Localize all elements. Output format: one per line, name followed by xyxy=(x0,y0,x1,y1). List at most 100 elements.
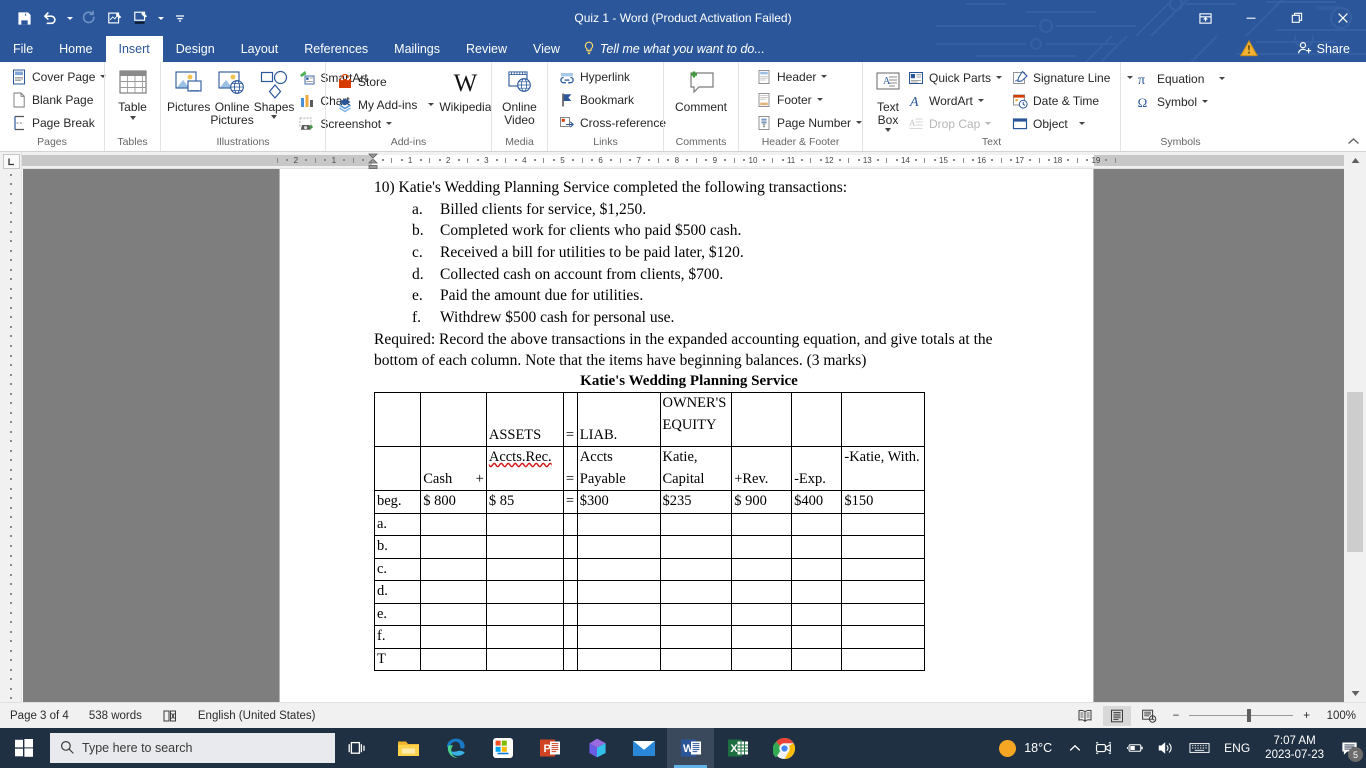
cell-cash[interactable] xyxy=(420,602,487,627)
save-icon[interactable] xyxy=(12,6,36,30)
cell-katie-capital[interactable] xyxy=(659,647,733,672)
cell-accts-payable[interactable] xyxy=(576,512,661,537)
tell-me-search[interactable]: Tell me what you want to do... xyxy=(573,36,775,62)
cell-cash[interactable]: $ 800 xyxy=(420,490,487,514)
horizontal-ruler[interactable]: 2 1 1 2 3 4 5 6 7 8 9 10 11 12 13 14 15 16 17 18 19 xyxy=(22,152,1344,169)
collapse-ribbon-icon[interactable] xyxy=(1347,137,1360,149)
cell-withdrawals[interactable]: $150 xyxy=(841,490,925,514)
shapes-button[interactable]: Shapes xyxy=(254,65,294,119)
zoom-slider[interactable] xyxy=(1189,709,1294,723)
cell-katie-capital[interactable] xyxy=(659,580,733,604)
vertical-scrollbar[interactable] xyxy=(1344,152,1366,702)
table-row[interactable]: a. xyxy=(373,512,925,537)
cell-expense[interactable]: $400 xyxy=(791,490,843,514)
tab-file[interactable]: File xyxy=(0,36,46,62)
row-label[interactable]: f. xyxy=(373,625,422,649)
quick-parts-button[interactable]: Quick Parts xyxy=(903,66,1007,89)
cell-expense[interactable] xyxy=(791,647,843,672)
cover-page-button[interactable]: Cover Page xyxy=(6,65,111,88)
cell-revenue[interactable] xyxy=(731,580,793,604)
object-button[interactable]: Object xyxy=(1007,112,1138,135)
my-addins-dropdown-icon[interactable] xyxy=(428,103,435,106)
cell-revenue[interactable] xyxy=(731,647,793,672)
wikipedia-button[interactable]: W Wikipedia xyxy=(439,65,491,114)
cell-equals[interactable] xyxy=(562,580,578,604)
accounting-equation-table[interactable]: ASSETS = LIAB. OWNER'S EQUITY Cash + Acct… xyxy=(373,392,925,672)
microsoft-365-icon[interactable] xyxy=(573,728,620,768)
hyperlink-button[interactable]: Hyperlink xyxy=(554,65,671,88)
equation-button[interactable]: π Equation xyxy=(1131,67,1230,90)
cell-katie-capital[interactable] xyxy=(659,625,733,649)
cell-cash[interactable] xyxy=(420,647,487,672)
cell-blank[interactable] xyxy=(841,392,925,448)
cell-revenue[interactable] xyxy=(731,557,793,582)
blank-page-button[interactable]: Blank Page xyxy=(6,88,111,111)
weather-widget[interactable]: 18°C xyxy=(989,739,1062,757)
cross-reference-button[interactable]: Cross-reference xyxy=(554,111,671,134)
cell-withdrawals[interactable] xyxy=(841,557,925,582)
edit-mode-icon[interactable] xyxy=(103,6,127,30)
cell-revenue[interactable]: $ 900 xyxy=(731,490,793,514)
cell-revenue-header[interactable]: +Rev. xyxy=(731,446,793,492)
touch-pen-icon[interactable] xyxy=(129,6,153,30)
page-indicator[interactable]: Page 3 of 4 xyxy=(0,703,79,729)
cell-equals[interactable] xyxy=(562,512,578,537)
minimize-icon[interactable] xyxy=(1228,0,1274,36)
share-button[interactable]: Share xyxy=(1289,39,1358,59)
scroll-up-icon[interactable] xyxy=(1344,152,1366,169)
cell-accts-payable[interactable] xyxy=(576,602,661,627)
document-content[interactable]: 10) Katie's Wedding Planning Service com… xyxy=(373,177,1004,672)
footer-dropdown-icon[interactable] xyxy=(816,98,823,101)
cell-equals[interactable]: = xyxy=(562,446,578,492)
cell-expense[interactable] xyxy=(791,580,843,604)
undo-icon[interactable] xyxy=(38,6,62,30)
activation-warning-icon[interactable] xyxy=(1239,39,1259,62)
tab-mailings[interactable]: Mailings xyxy=(381,36,453,62)
cell-accts-rec[interactable] xyxy=(485,647,564,672)
tab-home[interactable]: Home xyxy=(46,36,105,62)
tab-references[interactable]: References xyxy=(291,36,381,62)
cell-withdrawals[interactable] xyxy=(841,647,925,672)
tab-insert[interactable]: Insert xyxy=(105,36,163,62)
cell-expense[interactable] xyxy=(791,512,843,537)
cell-cash-header[interactable]: Cash + xyxy=(420,446,487,492)
powerpoint-icon[interactable]: P xyxy=(526,728,573,768)
cell-equals[interactable] xyxy=(562,647,578,672)
cell-equals[interactable]: = xyxy=(562,490,578,514)
cell-revenue[interactable] xyxy=(731,535,793,559)
cell-withdrawals[interactable] xyxy=(841,535,925,559)
header-dropdown-icon[interactable] xyxy=(821,75,828,78)
ribbon-tab-bar[interactable]: File Home Insert Design Layout Reference… xyxy=(0,36,1366,62)
cell-blank[interactable] xyxy=(791,392,843,448)
cell-expense[interactable] xyxy=(791,557,843,582)
customize-qat-icon[interactable] xyxy=(168,6,192,30)
search-input[interactable]: Type here to search xyxy=(50,733,335,763)
online-pictures-button[interactable]: Online Pictures xyxy=(210,65,254,127)
cell-withdrawals-header[interactable]: -Katie, With. xyxy=(841,446,925,492)
date-time-button[interactable]: Date & Time xyxy=(1007,89,1138,112)
pictures-button[interactable]: Pictures xyxy=(167,65,210,114)
cell-equals[interactable] xyxy=(562,535,578,559)
notifications-icon[interactable]: 5 xyxy=(1332,728,1366,768)
input-language-indicator[interactable]: ENG xyxy=(1217,728,1257,768)
language-indicator[interactable]: English (United States) xyxy=(188,703,326,729)
wordart-dropdown-icon[interactable] xyxy=(977,99,984,102)
battery-icon[interactable] xyxy=(1119,728,1151,768)
word-icon[interactable]: W xyxy=(667,728,714,768)
cell-equals[interactable] xyxy=(562,602,578,627)
cell-withdrawals[interactable] xyxy=(841,625,925,649)
zoom-out-button[interactable]: − xyxy=(1167,703,1186,729)
cell-cash[interactable] xyxy=(420,535,487,559)
cell-equals[interactable]: = xyxy=(562,392,578,448)
my-addins-button[interactable]: My Add-ins xyxy=(332,93,439,116)
cell-expense[interactable] xyxy=(791,602,843,627)
show-hidden-icons-icon[interactable] xyxy=(1062,728,1088,768)
table-row[interactable]: beg. $ 800 $ 85 = $300 $235 $ 900 $400 $… xyxy=(373,490,925,514)
cell-liabilities[interactable]: LIAB. xyxy=(576,392,661,448)
cell-equals[interactable] xyxy=(562,557,578,582)
cell-accts-rec[interactable] xyxy=(485,625,564,649)
cell-accts-rec[interactable] xyxy=(485,535,564,559)
cell-withdrawals[interactable] xyxy=(841,512,925,537)
cell-expense-header[interactable]: -Exp. xyxy=(791,446,843,492)
cell-accounts-receivable-header[interactable]: Accts.Rec. xyxy=(485,446,564,492)
